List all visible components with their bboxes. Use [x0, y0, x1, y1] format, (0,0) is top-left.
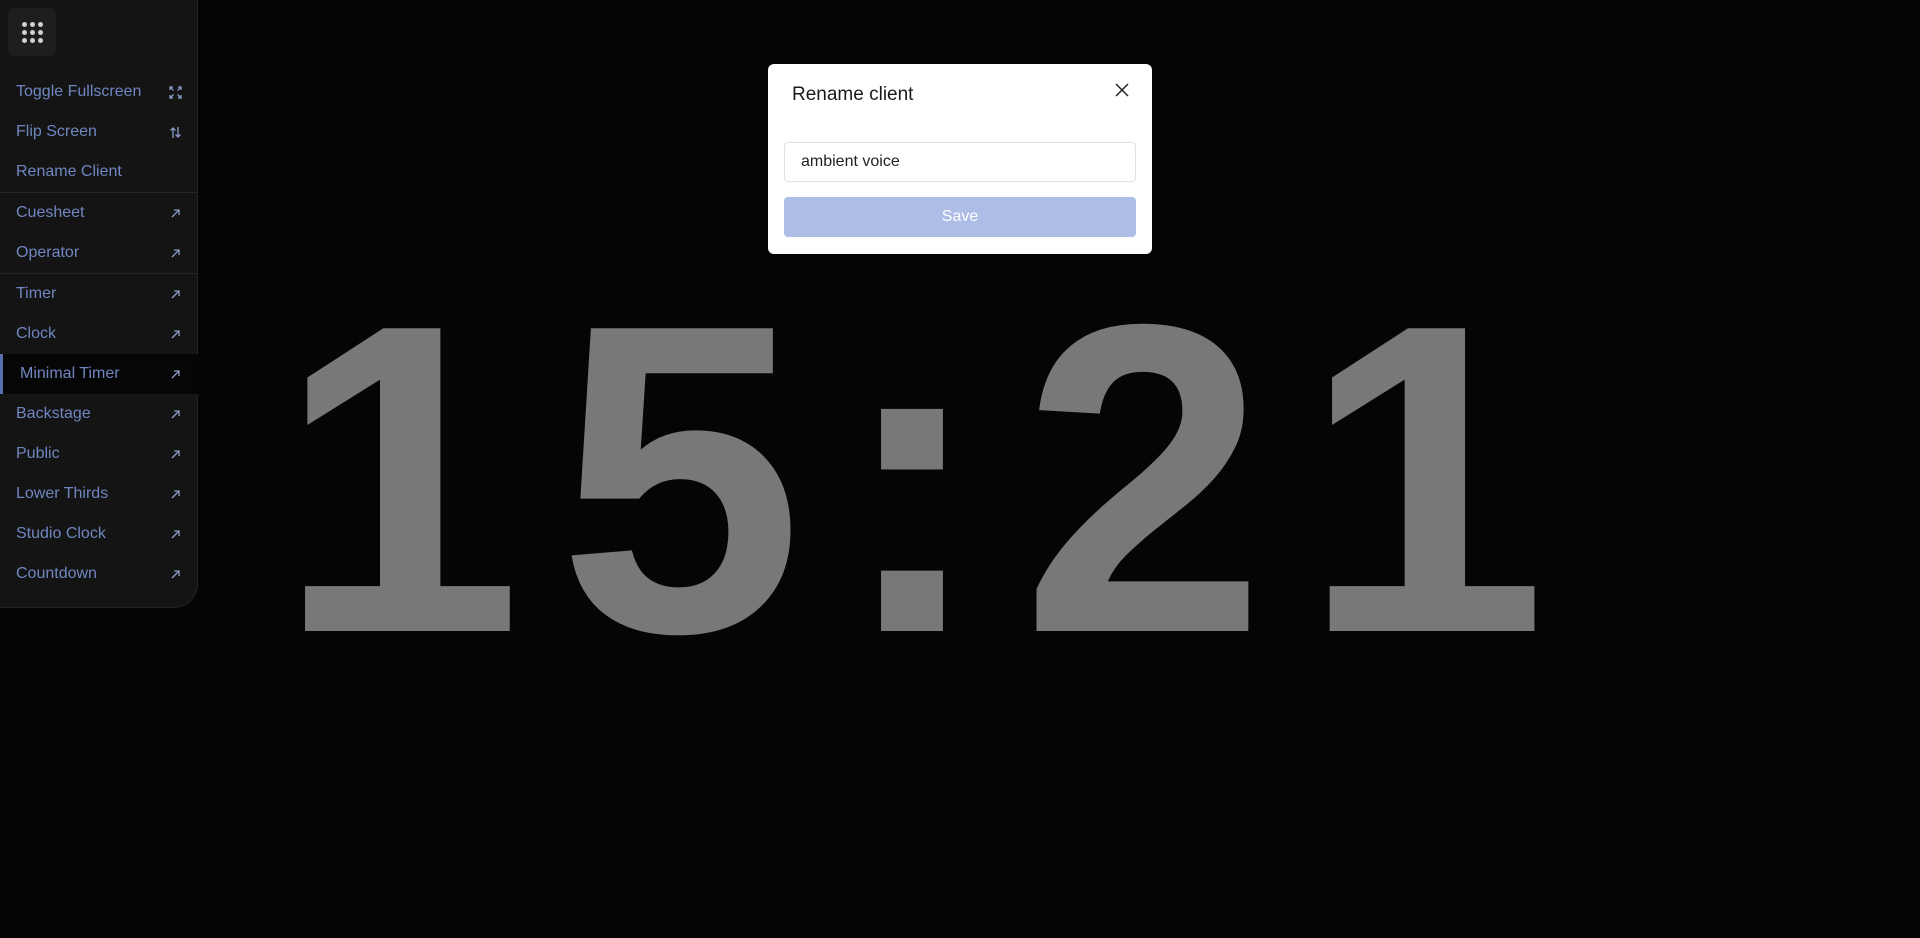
timer-display: 15:21	[70, 260, 1790, 700]
external-arrow-icon	[168, 527, 182, 541]
menu-item-label: Operator	[16, 244, 80, 261]
menu-item-studio-clock[interactable]: Studio Clock	[0, 514, 198, 554]
external-arrow-icon	[168, 246, 182, 260]
menu-item-backstage[interactable]: Backstage	[0, 394, 198, 434]
external-arrow-icon	[168, 367, 182, 381]
external-arrow-icon	[168, 287, 182, 301]
timer-value: 15:21	[277, 234, 1583, 725]
menu-item-toggle-fullscreen[interactable]: Toggle Fullscreen	[0, 72, 198, 112]
menu-item-rename-client[interactable]: Rename Client	[0, 152, 198, 192]
external-arrow-icon	[168, 206, 182, 220]
menu-item-label: Cuesheet	[16, 204, 85, 221]
menu-item-lower-thirds[interactable]: Lower Thirds	[0, 474, 198, 514]
external-arrow-icon	[168, 487, 182, 501]
menu-item-label: Countdown	[16, 565, 97, 582]
external-arrow-icon	[168, 407, 182, 421]
menu-item-label: Toggle Fullscreen	[16, 83, 142, 100]
navigation-menu: Toggle Fullscreen Flip Screen Rename Cli…	[0, 0, 198, 608]
menu-item-label: Public	[16, 445, 60, 462]
menu-item-label: Minimal Timer	[20, 365, 120, 382]
menu-item-flip-screen[interactable]: Flip Screen	[0, 112, 198, 152]
rename-client-modal: Rename client Save	[768, 64, 1152, 254]
external-arrow-icon	[168, 447, 182, 461]
close-icon[interactable]	[1110, 78, 1134, 102]
menu-item-timer[interactable]: Timer	[0, 274, 198, 314]
menu-item-operator[interactable]: Operator	[0, 233, 198, 273]
fullscreen-icon	[168, 85, 182, 99]
client-name-input[interactable]	[784, 142, 1136, 182]
menu-item-cuesheet[interactable]: Cuesheet	[0, 193, 198, 233]
grid-dots-icon	[21, 21, 43, 43]
menu-item-label: Timer	[16, 285, 57, 302]
menu-item-countdown[interactable]: Countdown	[0, 554, 198, 594]
menu-item-label: Backstage	[16, 405, 91, 422]
menu-item-label: Studio Clock	[16, 525, 106, 542]
menu-item-clock[interactable]: Clock	[0, 314, 198, 354]
menu-item-label: Rename Client	[16, 163, 122, 180]
menu-list: Toggle Fullscreen Flip Screen Rename Cli…	[0, 72, 198, 594]
external-arrow-icon	[168, 327, 182, 341]
menu-item-label: Lower Thirds	[16, 485, 109, 502]
menu-item-label: Clock	[16, 325, 57, 342]
menu-item-public[interactable]: Public	[0, 434, 198, 474]
modal-title: Rename client	[792, 84, 914, 105]
external-arrow-icon	[168, 567, 182, 581]
apps-menu-button[interactable]	[8, 8, 56, 56]
menu-item-label: Flip Screen	[16, 123, 97, 140]
save-button[interactable]: Save	[784, 197, 1136, 237]
menu-item-minimal-timer[interactable]: Minimal Timer	[0, 354, 198, 394]
flip-arrows-icon	[168, 125, 182, 139]
